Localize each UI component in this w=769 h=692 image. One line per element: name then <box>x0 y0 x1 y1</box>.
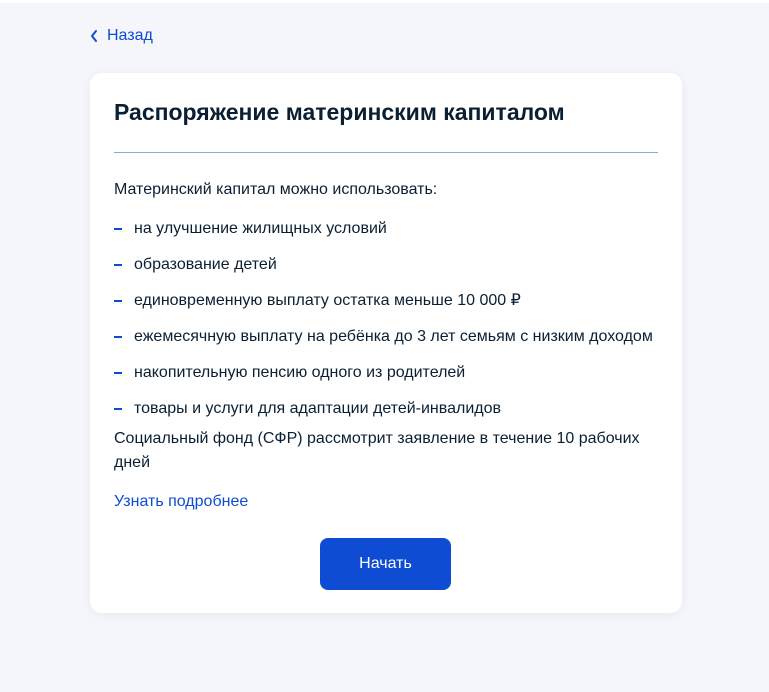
intro-text: Материнский капитал можно использовать: <box>114 181 438 198</box>
dash-bullet <box>114 264 122 266</box>
list-item: единовременную выплату остатка меньше 10… <box>114 283 653 319</box>
back-link-label: Назад <box>107 27 153 44</box>
list-item: товары и услуги для адаптации детей-инва… <box>114 391 653 427</box>
list-item-text: накопительную пенсию одного из родителей <box>134 364 466 381</box>
list-item: накопительную пенсию одного из родителей <box>114 355 653 391</box>
list-item-text: образование детей <box>134 256 277 273</box>
list-item-text: на улучшение жилищных условий <box>134 220 387 237</box>
info-card: Распоряжение материнским капиталом Матер… <box>90 73 682 613</box>
review-note: Социальный фонд (СФР) рассмотрит заявлен… <box>114 430 640 471</box>
usage-list: на улучшение жилищных условий образовани… <box>114 211 653 427</box>
dash-bullet <box>114 300 122 302</box>
chevron-left-icon <box>89 29 99 43</box>
learn-more-link[interactable]: Узнать подробнее <box>114 491 248 513</box>
start-button[interactable]: Начать <box>320 538 451 590</box>
list-item-text: ежемесячную выплату на ребёнка до 3 лет … <box>134 328 653 345</box>
list-item-text: товары и услуги для адаптации детей-инва… <box>134 400 501 417</box>
dash-bullet <box>114 372 122 374</box>
dash-bullet <box>114 228 122 230</box>
dash-bullet <box>114 336 122 338</box>
list-item: ежемесячную выплату на ребёнка до 3 лет … <box>114 319 653 355</box>
list-item-text: единовременную выплату остатка меньше 10… <box>134 292 521 309</box>
list-item: образование детей <box>114 247 653 283</box>
top-strip <box>0 0 769 3</box>
title-divider <box>114 152 658 153</box>
page-title: Распоряжение материнским капиталом <box>114 99 565 125</box>
dash-bullet <box>114 408 122 410</box>
list-item: на улучшение жилищных условий <box>114 211 653 247</box>
back-link[interactable]: Назад <box>89 27 153 45</box>
